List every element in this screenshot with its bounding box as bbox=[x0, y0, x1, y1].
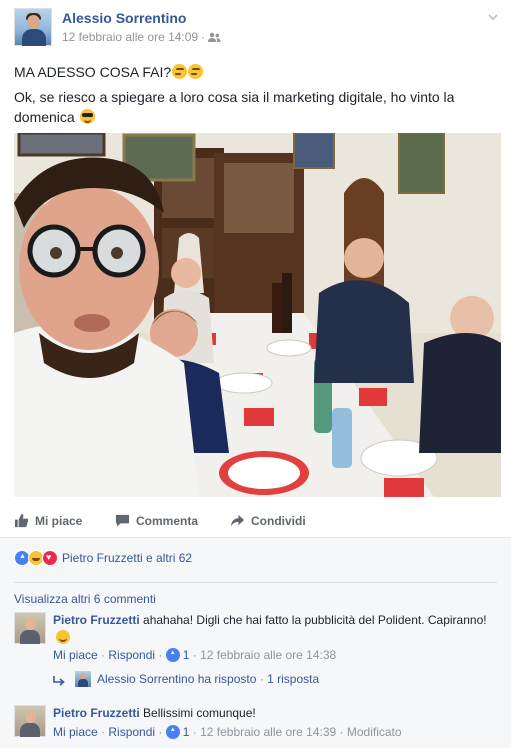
share-button[interactable]: Condividi bbox=[230, 513, 306, 528]
thinking-face-emoji bbox=[188, 64, 204, 79]
comment-item: Pietro Fruzzetti Bellissimi comunque! Mi… bbox=[14, 705, 499, 748]
comment-button[interactable]: Commenta bbox=[115, 513, 198, 528]
divider bbox=[14, 582, 497, 583]
author-name[interactable]: Alessio Sorrentino bbox=[62, 10, 186, 26]
view-more-comments-link[interactable]: Visualizza altri 6 commenti bbox=[14, 592, 156, 606]
post-timestamp[interactable]: 12 febbraio alle ore 14:09 bbox=[62, 30, 198, 44]
comment-timestamp[interactable]: 12 febbraio alle ore 14:38 bbox=[200, 648, 336, 662]
reactions-names[interactable]: Pietro Fruzzetti e altri 62 bbox=[62, 551, 192, 565]
share-label: Condividi bbox=[251, 514, 306, 528]
reactions-summary[interactable]: Pietro Fruzzetti e altri 62 bbox=[14, 550, 192, 566]
post-text-heading: MA ADESSO COSA FAI? bbox=[14, 64, 172, 80]
post-photo[interactable] bbox=[14, 133, 501, 497]
comment-text: Bellissimi comunque! bbox=[143, 706, 256, 720]
replier-avatar bbox=[75, 671, 91, 687]
comment-text: ahahaha! Digli che hai fatto la pubblici… bbox=[143, 613, 487, 627]
chevron-down-icon[interactable] bbox=[486, 10, 500, 24]
comment-label: Commenta bbox=[136, 514, 199, 528]
comment-like-link[interactable]: Mi piace bbox=[53, 725, 98, 739]
post-text-line-1: MA ADESSO COSA FAI? bbox=[14, 63, 494, 82]
thinking-face-emoji bbox=[172, 64, 188, 79]
reply-count[interactable]: 1 risposta bbox=[267, 672, 319, 686]
love-reaction-icon bbox=[42, 550, 58, 566]
reply-summary[interactable]: Alessio Sorrentino ha risposto · 1 rispo… bbox=[53, 671, 319, 687]
comment-actions: Mi piace · Rispondi · 1 · 12 febbraio al… bbox=[53, 648, 336, 662]
reply-arrow-icon bbox=[53, 676, 65, 686]
comment-like-count[interactable]: 1 bbox=[183, 648, 190, 662]
commenter-avatar[interactable] bbox=[14, 705, 46, 737]
like-label: Mi piace bbox=[35, 514, 83, 528]
reply-author-action[interactable]: Alessio Sorrentino ha risposto bbox=[97, 672, 256, 686]
comment-actions: Mi piace · Rispondi · 1 · 12 febbraio al… bbox=[53, 725, 402, 739]
comment-icon bbox=[115, 514, 130, 527]
comment-timestamp[interactable]: 12 febbraio alle ore 14:39 bbox=[200, 725, 336, 739]
commenter-name[interactable]: Pietro Fruzzetti bbox=[53, 613, 140, 627]
like-reaction-icon bbox=[165, 648, 180, 662]
comment-reply-link[interactable]: Rispondi bbox=[108, 648, 155, 662]
comment-edited-label[interactable]: Modificato bbox=[347, 725, 402, 739]
friends-icon[interactable] bbox=[208, 32, 221, 46]
like-reaction-icon bbox=[165, 725, 180, 739]
author-avatar[interactable] bbox=[14, 8, 52, 46]
comment-like-count[interactable]: 1 bbox=[183, 725, 190, 739]
comment-body: Pietro Fruzzetti Bellissimi comunque! bbox=[53, 705, 493, 722]
sunglasses-emoji bbox=[79, 109, 95, 124]
post-actions-bar: Mi piace Commenta Condividi bbox=[0, 505, 511, 538]
like-button[interactable]: Mi piace bbox=[14, 513, 82, 528]
comment-body: Pietro Fruzzetti ahahaha! Digli che hai … bbox=[53, 612, 493, 646]
post-header: Alessio Sorrentino 12 febbraio alle ore … bbox=[14, 8, 504, 52]
comment-like-link[interactable]: Mi piace bbox=[53, 648, 98, 662]
share-arrow-icon bbox=[230, 514, 245, 527]
comment-reply-link[interactable]: Rispondi bbox=[108, 725, 155, 739]
smiley-emoji bbox=[56, 630, 70, 644]
post-meta: 12 febbraio alle ore 14:09 · bbox=[62, 30, 221, 46]
thumbs-up-icon bbox=[14, 513, 29, 528]
commenter-name[interactable]: Pietro Fruzzetti bbox=[53, 706, 140, 720]
comment-item: Pietro Fruzzetti ahahaha! Digli che hai … bbox=[14, 612, 499, 672]
post-text-line-2: Ok, se riesco a spiegare a loro cosa sia… bbox=[14, 87, 484, 127]
photo-scene bbox=[14, 133, 501, 497]
facebook-post: Alessio Sorrentino 12 febbraio alle ore … bbox=[0, 0, 511, 748]
commenter-avatar[interactable] bbox=[14, 612, 46, 644]
